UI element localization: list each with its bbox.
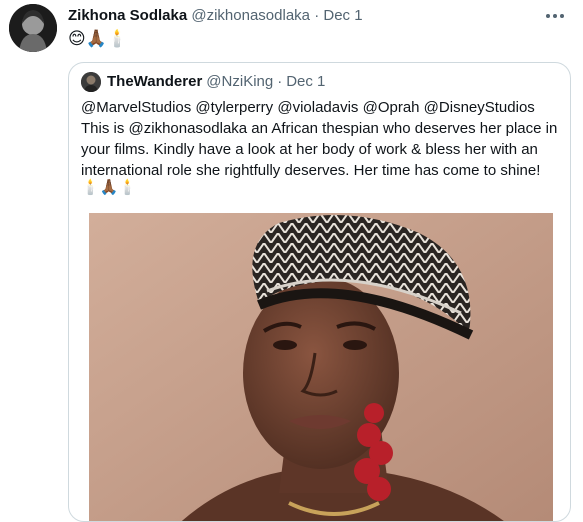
- quote-author-avatar[interactable]: [81, 72, 101, 92]
- tweet-date[interactable]: Dec 1: [323, 7, 362, 24]
- author-avatar-image: [9, 4, 57, 52]
- tweet-text: 😊🙏🏾🕯️: [68, 29, 129, 49]
- portrait-photo: [89, 213, 553, 521]
- quote-author-handle[interactable]: @NziKing: [206, 72, 273, 92]
- more-options-button[interactable]: [543, 6, 567, 26]
- quote-photo[interactable]: [89, 213, 553, 521]
- author-name[interactable]: Zikhona Sodlaka: [68, 7, 187, 24]
- separator-dot: ·: [314, 7, 320, 24]
- quote-author-name[interactable]: TheWanderer: [107, 72, 202, 92]
- tweet-header: Zikhona Sodlaka @zikhonasodlaka · Dec 1: [68, 6, 543, 26]
- quote-emoji-line: 🕯️🙏🏾🕯️: [81, 178, 138, 196]
- author-avatar[interactable]: [9, 4, 57, 52]
- quote-tweet-card[interactable]: TheWanderer @NziKing · Dec 1 @MarvelStud…: [68, 62, 571, 522]
- author-handle[interactable]: @zikhonasodlaka: [191, 7, 310, 24]
- more-horizontal-icon: [546, 14, 564, 18]
- quote-header: TheWanderer @NziKing · Dec 1: [81, 72, 558, 92]
- quote-author-avatar-image: [81, 72, 101, 92]
- quote-separator-dot: ·: [277, 73, 283, 90]
- quote-date[interactable]: Dec 1: [286, 72, 325, 92]
- quote-text: @MarvelStudios @tylerperry @violadavis @…: [81, 99, 558, 179]
